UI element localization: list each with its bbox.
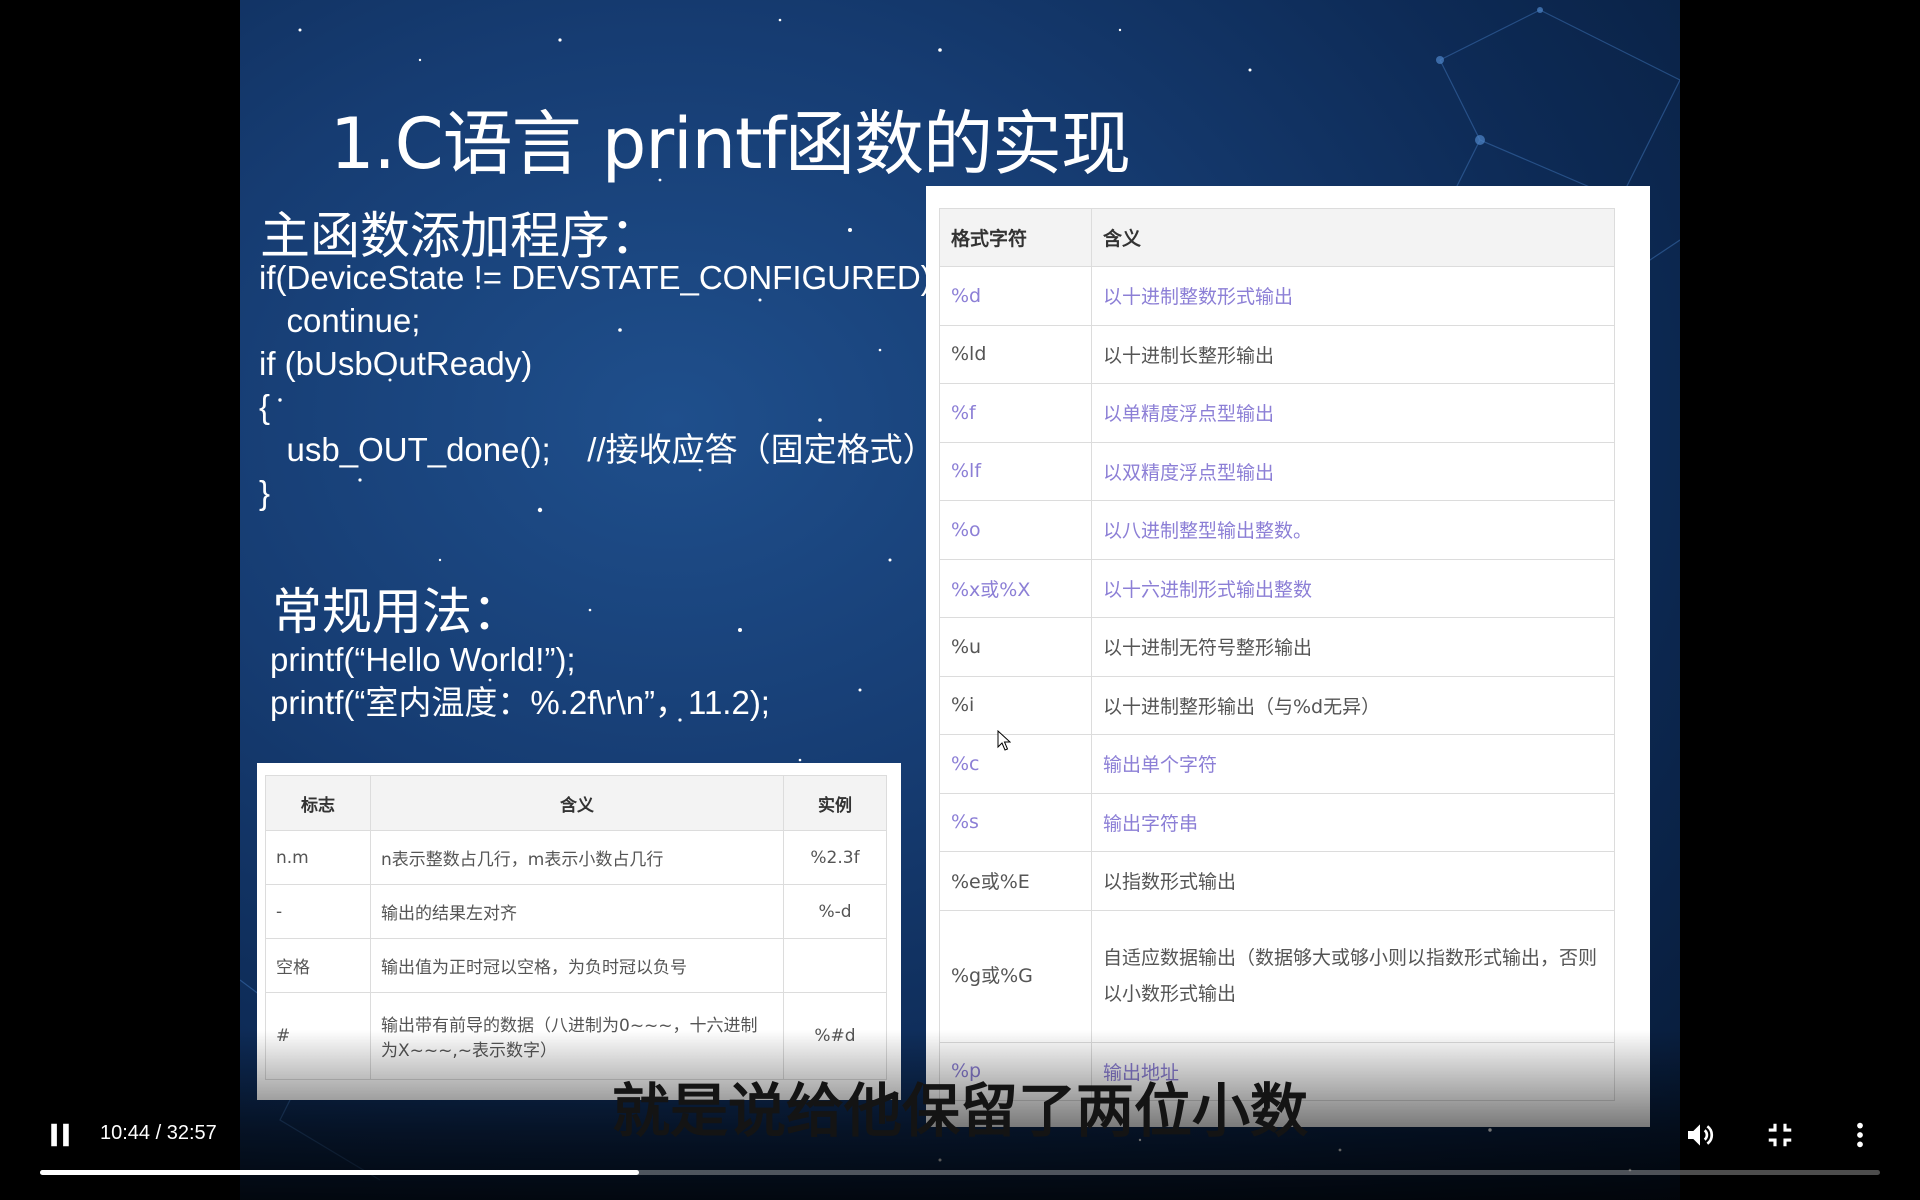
play-pause-button[interactable] (38, 1113, 82, 1157)
table-row: n.m n表示整数占几行，m表示小数占几行 %2.3f (265, 830, 887, 885)
slide-title: 1.C语言 printf函数的实现 (330, 103, 1131, 185)
more-vert-icon (1857, 1122, 1863, 1148)
usage-line: printf(“Hello World!”); (270, 641, 576, 678)
format-spec-cell[interactable]: %o (939, 500, 1092, 560)
table-row: %c 输出单个字符 (939, 734, 1615, 794)
pause-icon (51, 1123, 69, 1147)
code-line: if (bUsbOutReady) (259, 345, 533, 382)
format-meaning-cell[interactable]: 以十进制整数形式输出 (1091, 266, 1615, 326)
format-header-meaning: 含义 (1091, 208, 1615, 267)
flags-header-example: 实例 (783, 775, 887, 831)
format-meaning-cell: 自适应数据输出（数据够大或够小则以指数形式输出，否则以小数形式输出 (1091, 909, 1615, 1043)
table-row: %u 以十进制无符号整形输出 (939, 617, 1615, 677)
table-row: %d 以十进制整数形式输出 (939, 266, 1615, 326)
code-line: continue; (259, 302, 421, 339)
meaning-cell: 输出的结果左对齐 (370, 884, 784, 939)
player-controls: 10:44 / 32:57 (0, 1100, 1920, 1200)
fullscreen-exit-icon (1768, 1123, 1792, 1147)
flag-cell: - (265, 884, 371, 939)
example-cell: %2.3f (783, 830, 887, 885)
format-spec-cell[interactable]: %x或%X (939, 558, 1092, 618)
volume-button[interactable] (1678, 1113, 1722, 1157)
format-spec-cell[interactable]: %s (939, 792, 1092, 852)
usage-code-block: printf(“Hello World!”); printf(“室内温度：%.2… (270, 638, 770, 724)
flag-cell: n.m (265, 830, 371, 885)
usage-line: printf(“室内温度：%.2f\r\n”，11.2); (270, 684, 770, 721)
table-row: - 输出的结果左对齐 %-d (265, 884, 887, 939)
format-meaning-cell: 以十进制无符号整形输出 (1091, 617, 1615, 677)
main-code-block: if(DeviceState != DEVSTATE_CONFIGURED) c… (259, 256, 936, 514)
format-spec-cell[interactable]: %d (939, 266, 1092, 326)
progress-bar[interactable] (40, 1170, 1880, 1175)
mouse-cursor-icon (997, 730, 1011, 751)
table-row: %o 以八进制整型输出整数。 (939, 500, 1615, 560)
example-cell: %-d (783, 884, 887, 939)
format-spec-cell: %g或%G (939, 909, 1092, 1043)
format-table-panel: 格式字符 含义 %d 以十进制整数形式输出 %ld 以十进制长整形输出 %f 以单精度浮点… (926, 186, 1650, 1127)
format-meaning-cell[interactable]: 以双精度浮点型输出 (1091, 441, 1615, 501)
flags-table: 标志 含义 实例 n.m n表示整数占几行，m表示小数占几行 %2.3f - 输… (265, 775, 887, 1080)
format-spec-cell: %u (939, 617, 1092, 677)
table-row: %x或%X 以十六进制形式输出整数 (939, 558, 1615, 618)
format-meaning-cell: 以指数形式输出 (1091, 851, 1615, 911)
format-spec-cell[interactable]: %f (939, 383, 1092, 443)
flags-table-panel: 标志 含义 实例 n.m n表示整数占几行，m表示小数占几行 %2.3f - 输… (257, 763, 901, 1100)
format-meaning-cell[interactable]: 输出字符串 (1091, 792, 1615, 852)
table-row: %lf 以双精度浮点型输出 (939, 441, 1615, 501)
format-header-spec: 格式字符 (939, 208, 1092, 267)
progress-bar-played (40, 1170, 640, 1175)
format-meaning-cell: 以十进制整形输出（与%d无异） (1091, 675, 1615, 735)
flags-header-flag: 标志 (265, 775, 371, 831)
table-row: %ld 以十进制长整形输出 (939, 324, 1615, 384)
table-row: %i 以十进制整形输出（与%d无异） (939, 675, 1615, 735)
meaning-cell: 输出值为正时冠以空格，为负时冠以负号 (370, 938, 784, 993)
table-row: %g或%G 自适应数据输出（数据够大或够小则以指数形式输出，否则以小数形式输出 (939, 909, 1615, 1043)
format-meaning-cell[interactable]: 以单精度浮点型输出 (1091, 383, 1615, 443)
more-options-button[interactable] (1838, 1113, 1882, 1157)
format-spec-cell: %i (939, 675, 1092, 735)
table-row: 空格 输出值为正时冠以空格，为负时冠以负号 (265, 938, 887, 993)
format-spec-cell[interactable]: %lf (939, 441, 1092, 501)
table-row: %e或%E 以指数形式输出 (939, 851, 1615, 911)
code-line: usb_OUT_done(); //接收应答（固定格式） (259, 431, 936, 468)
meaning-cell: n表示整数占几行，m表示小数占几行 (370, 830, 784, 885)
code-line: if(DeviceState != DEVSTATE_CONFIGURED) (259, 259, 932, 296)
format-spec-cell: %ld (939, 324, 1092, 384)
flags-header-meaning: 含义 (370, 775, 784, 831)
volume-icon (1688, 1124, 1714, 1146)
table-row: %f 以单精度浮点型输出 (939, 383, 1615, 443)
format-meaning-cell[interactable]: 以八进制整型输出整数。 (1091, 500, 1615, 560)
format-spec-cell[interactable]: %c (939, 734, 1092, 794)
flag-cell: 空格 (265, 938, 371, 993)
example-cell (783, 938, 887, 993)
exit-fullscreen-button[interactable] (1758, 1113, 1802, 1157)
time-display: 10:44 / 32:57 (100, 1122, 217, 1144)
format-table-body: %d 以十进制整数形式输出 %ld 以十进制长整形输出 %f 以单精度浮点型输出 %lf 以双… (939, 266, 1615, 1101)
format-spec-cell: %e或%E (939, 851, 1092, 911)
usage-heading: 常规用法： (272, 583, 522, 641)
format-meaning-cell[interactable]: 输出单个字符 (1091, 734, 1615, 794)
format-meaning-cell[interactable]: 以十六进制形式输出整数 (1091, 558, 1615, 618)
format-specifier-table: 格式字符 含义 %d 以十进制整数形式输出 %ld 以十进制长整形输出 %f 以单精度浮点… (939, 208, 1615, 1101)
code-line: { (259, 388, 271, 425)
video-frame[interactable]: 1.C语言 printf函数的实现 主函数添加程序： if(DeviceStat… (240, 0, 1680, 1200)
format-meaning-cell: 以十进制长整形输出 (1091, 324, 1615, 384)
code-line: } (259, 474, 271, 511)
table-row: %s 输出字符串 (939, 792, 1615, 852)
